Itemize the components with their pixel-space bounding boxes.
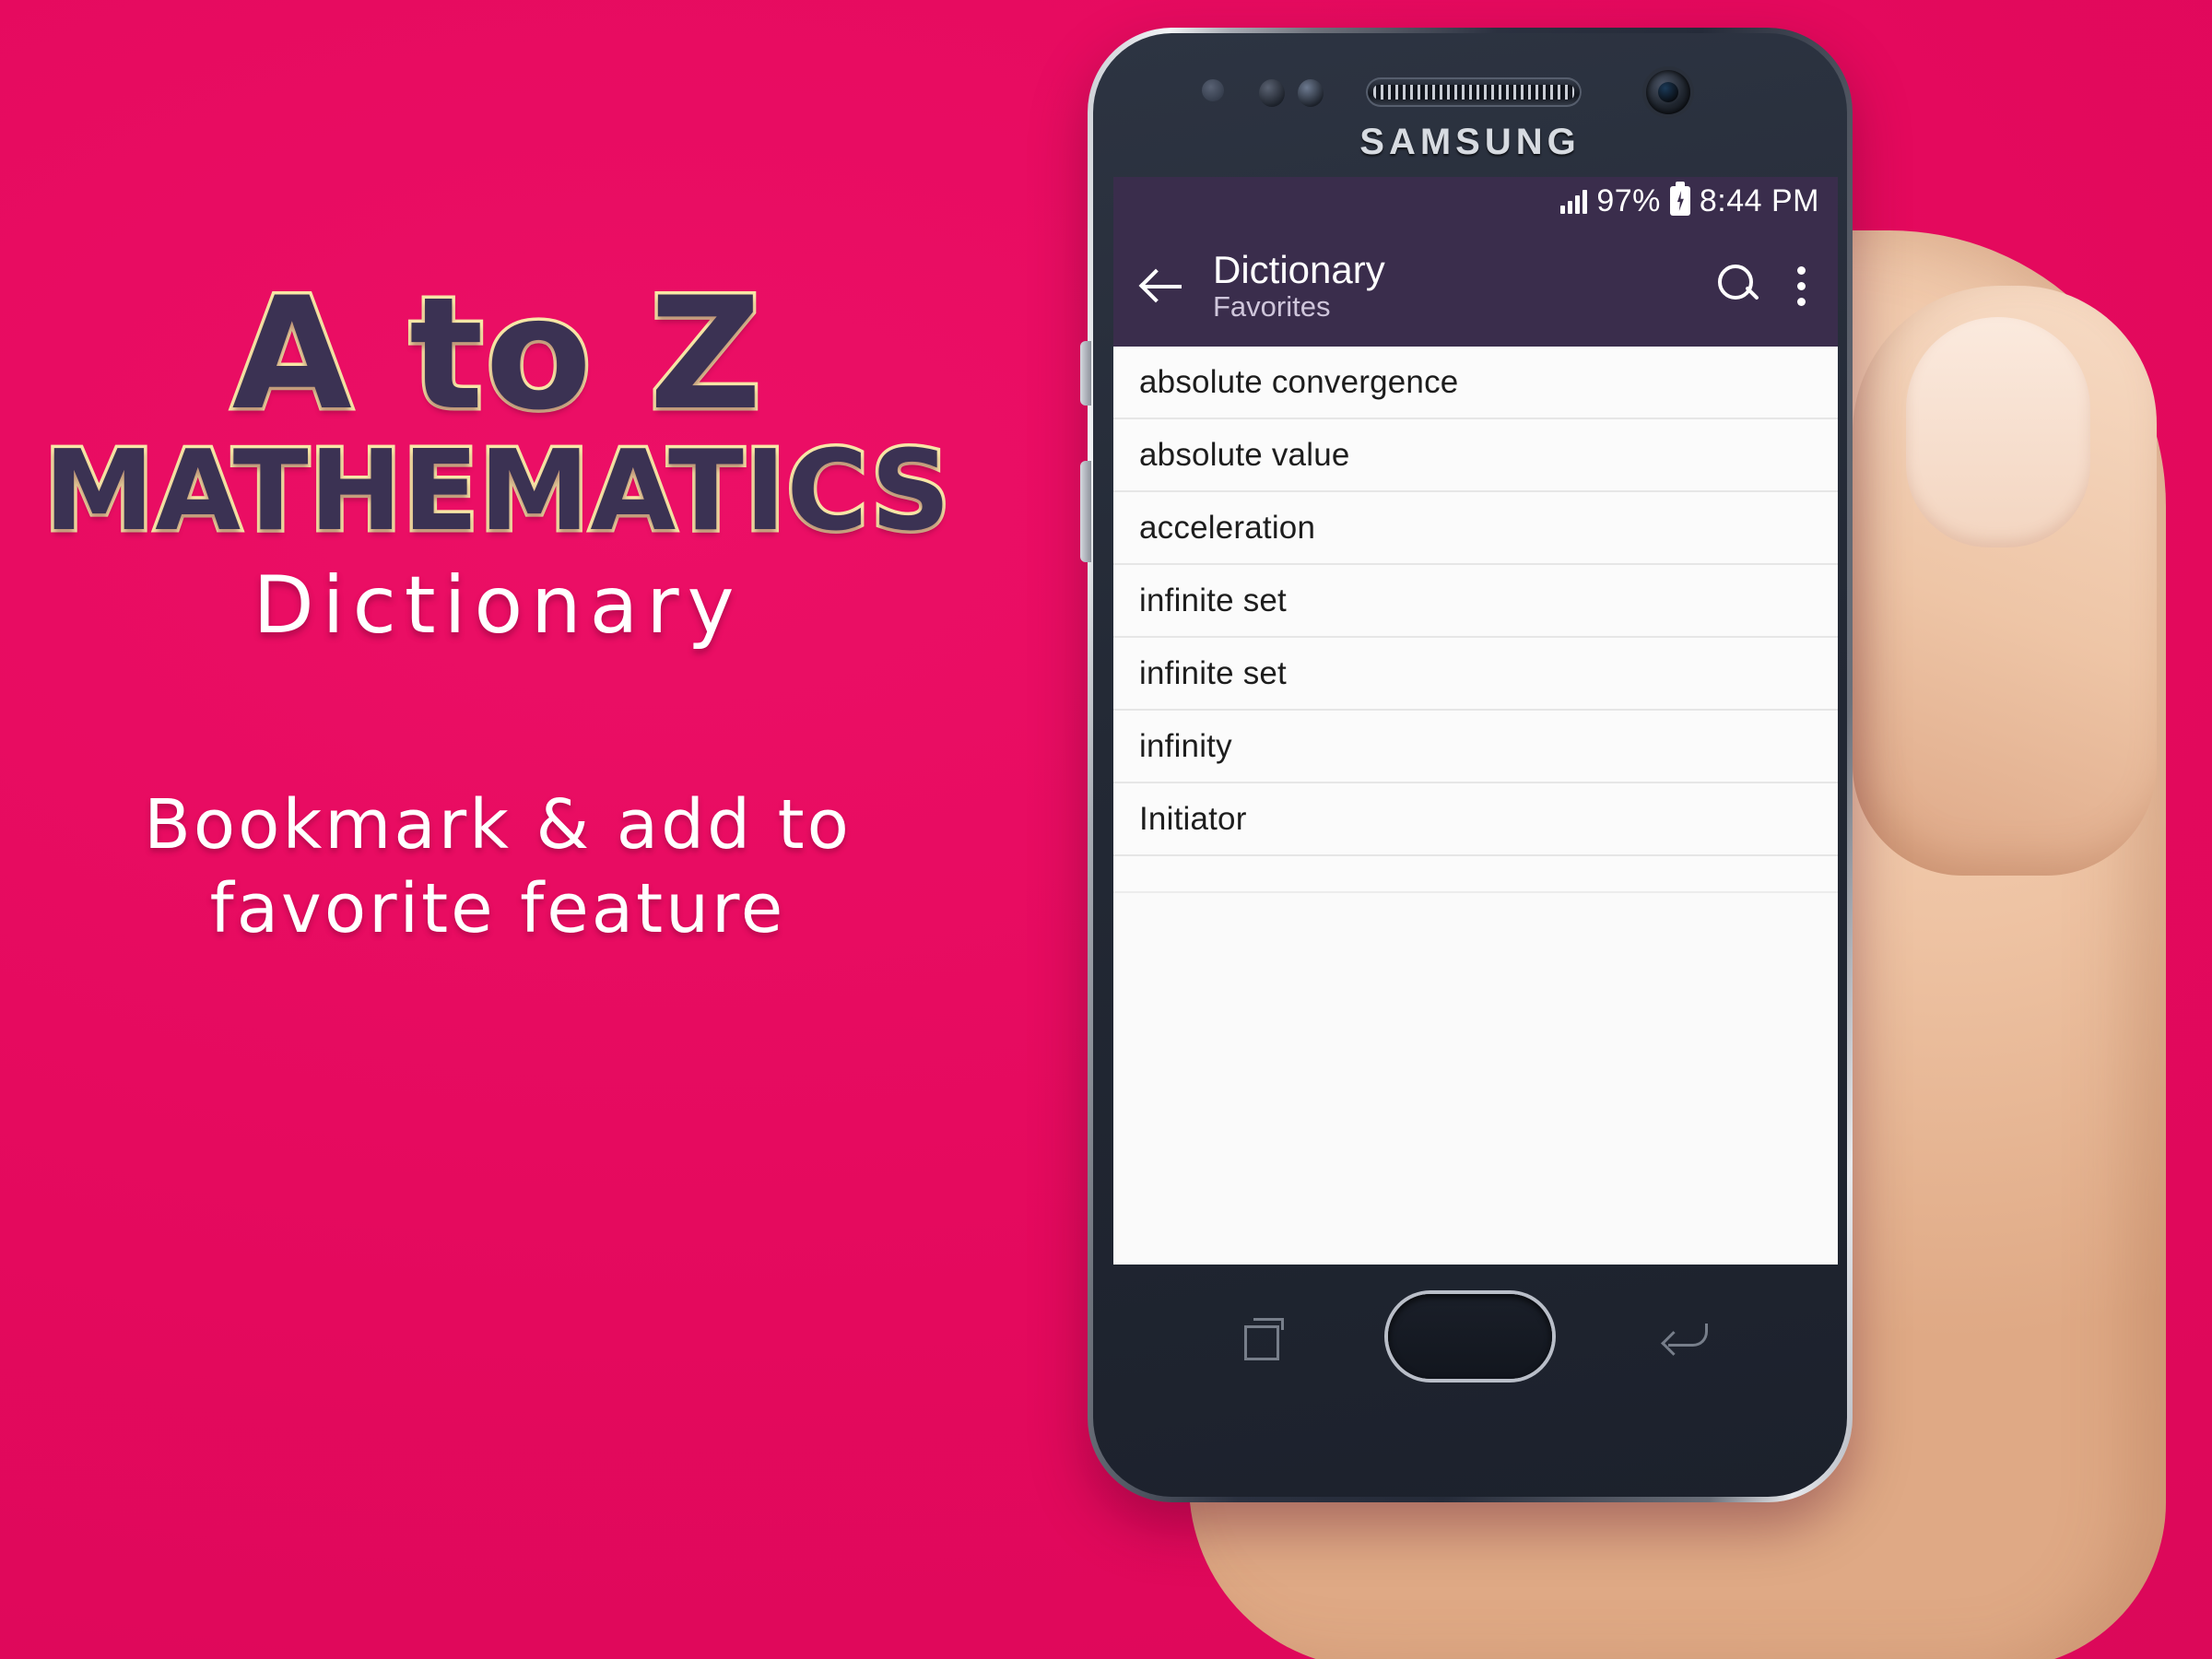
word-list-item[interactable]: absolute value [1113, 419, 1838, 492]
word-list-item[interactable]: infinity [1113, 711, 1838, 783]
back-key-icon[interactable] [1665, 1318, 1709, 1359]
thumb [1853, 286, 2157, 876]
favorites-word-list[interactable]: absolute convergence absolute value accele… [1113, 347, 1838, 1265]
marketing-copy: A to Z MATHEMATICS Dictionary Bookmark &… [0, 0, 995, 1659]
word-list-empty-row [1113, 856, 1838, 893]
word-list-item[interactable]: infinite set [1113, 638, 1838, 711]
word-list-item-label: Initiator [1139, 800, 1247, 837]
back-arrow-icon[interactable] [1137, 261, 1187, 311]
word-list-item[interactable]: acceleration [1113, 492, 1838, 565]
word-list-item-label: absolute convergence [1139, 363, 1459, 400]
page-subtitle: Favorites [1213, 289, 1331, 323]
volume-up-button[interactable] [1080, 341, 1091, 406]
status-bar: 97% 8:44 PM [1113, 177, 1838, 225]
light-sensor-icon [1298, 79, 1324, 107]
headline-dictionary: Dictionary [253, 559, 743, 652]
headline-mathematics: MATHEMATICS [41, 428, 953, 556]
word-list-item-label: infinite set [1139, 654, 1287, 691]
phone-screen: 97% 8:44 PM Dictionary Favorites absolut… [1113, 177, 1838, 1265]
word-list-item-label: acceleration [1139, 509, 1316, 546]
app-toolbar: Dictionary Favorites [1113, 225, 1838, 347]
word-list-item-label: infinite set [1139, 582, 1287, 618]
search-icon[interactable] [1714, 262, 1762, 310]
volume-down-button[interactable] [1080, 461, 1091, 562]
headline-a-to-z: A to Z [229, 264, 765, 444]
home-button[interactable] [1388, 1294, 1552, 1379]
signal-bars-icon [1560, 188, 1588, 214]
tagline-line-2: favorite feature [209, 868, 786, 948]
promo-canvas: A to Z MATHEMATICS Dictionary Bookmark &… [0, 0, 2212, 1659]
brand-logo: SAMSUNG [1359, 122, 1581, 162]
overflow-menu-icon[interactable] [1795, 265, 1806, 306]
earpiece-speaker-icon [1366, 77, 1582, 107]
navigation-zone [1093, 1277, 1847, 1425]
word-list-item[interactable]: infinite set [1113, 565, 1838, 638]
phone-device: SAMSUNG 97% 8:44 PM Dictionary Favorites [1080, 28, 1853, 1502]
clock-label: 8:44 PM [1699, 182, 1819, 218]
notification-led-icon [1202, 79, 1224, 101]
proximity-sensor-icon [1259, 79, 1285, 107]
sensor-row [1093, 65, 1847, 116]
word-list-item-label: absolute value [1139, 436, 1350, 473]
battery-charging-icon [1669, 182, 1690, 216]
tagline-line-1: Bookmark & add to [144, 785, 852, 865]
page-title: Dictionary [1213, 247, 1385, 291]
word-list-item-label: infinity [1139, 727, 1232, 764]
battery-percent-label: 97% [1596, 182, 1661, 218]
word-list-item[interactable]: Initiator [1113, 783, 1838, 856]
word-list-item[interactable]: absolute convergence [1113, 347, 1838, 419]
front-camera-icon [1646, 70, 1690, 114]
recents-key-icon[interactable] [1244, 1318, 1288, 1360]
phone-body: SAMSUNG 97% 8:44 PM Dictionary Favorites [1093, 33, 1847, 1497]
toolbar-titles: Dictionary Favorites [1213, 247, 1714, 324]
tagline: Bookmark & add to favorite feature [0, 783, 995, 950]
